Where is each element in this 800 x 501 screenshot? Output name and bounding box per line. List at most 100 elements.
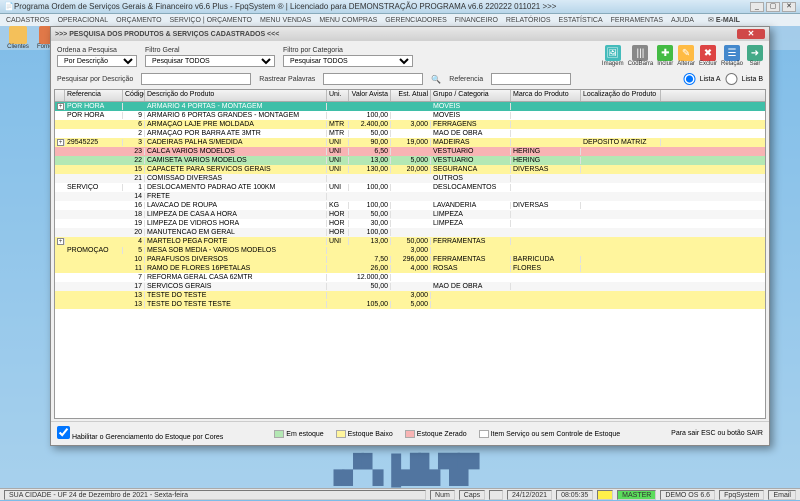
- legend-bar: Habilitar o Gerenciamento do Estoque por…: [51, 421, 769, 445]
- imagem-button[interactable]: 🖼Imagem: [602, 45, 624, 67]
- ordena-select[interactable]: Por Descrição: [57, 55, 137, 67]
- table-row[interactable]: 7REFORMA GERAL CASA 62MTR12.000,00: [55, 273, 765, 282]
- expand-icon[interactable]: +: [57, 238, 64, 245]
- email-button[interactable]: ✉E-MAIL: [708, 16, 740, 24]
- status-date: 24/12/2021: [507, 490, 552, 500]
- incluir-button[interactable]: ✚Incluir: [657, 45, 673, 67]
- ordena-label: Ordena a Pesquisa: [57, 47, 137, 54]
- imagem-icon: 🖼: [605, 45, 621, 61]
- table-row[interactable]: 19LIMPEZA DE VIDROS HORAHOR30,00LIMPEZA: [55, 219, 765, 228]
- table-row[interactable]: 23CALCA VARIOS MODELOSUNI6,50VESTUARIOHE…: [55, 147, 765, 156]
- clientes-icon[interactable]: [9, 26, 27, 44]
- lista-a-radio[interactable]: [683, 73, 696, 85]
- menu-ajuda[interactable]: AJUDA: [671, 17, 694, 24]
- sair-icon: ➜: [747, 45, 763, 61]
- filtro-cat-select[interactable]: Pesquisar TODOS: [283, 55, 413, 67]
- minimize-button[interactable]: _: [750, 2, 764, 12]
- search-icon[interactable]: 🔍: [431, 75, 441, 84]
- maximize-button[interactable]: ▢: [766, 2, 780, 12]
- menu-cadastros[interactable]: CADASTROS: [6, 17, 50, 24]
- table-row[interactable]: 18LIMPEZA DE CASA A HORAHOR50,00LIMPEZA: [55, 210, 765, 219]
- window-titlebar: 📄 Programa Ordem de Serviços Gerais & Fi…: [0, 0, 800, 14]
- pesq-desc-input[interactable]: [141, 73, 251, 85]
- col-descricao[interactable]: Descrição do Produto: [145, 90, 327, 101]
- menu-orcamento[interactable]: ORÇAMENTO: [116, 17, 161, 24]
- col-grupo[interactable]: Grupo / Categoria: [431, 90, 511, 101]
- menu-relatorios[interactable]: RELATÓRIOS: [506, 17, 551, 24]
- col-marca[interactable]: Marca do Produto: [511, 90, 581, 101]
- status-email[interactable]: Email: [768, 490, 796, 500]
- menu-financeiro[interactable]: FINANCEIRO: [455, 17, 498, 24]
- referencia-input[interactable]: [491, 73, 571, 85]
- menu-gerenciadores[interactable]: GERENCIADORES: [385, 17, 446, 24]
- menu-compras[interactable]: MENU COMPRAS: [319, 17, 377, 24]
- dialog-titlebar: >>> PESQUISA DOS PRODUTOS & SERVIÇOS CAD…: [51, 27, 769, 41]
- col-uni[interactable]: Uni.: [327, 90, 349, 101]
- table-row[interactable]: 13TESTE DO TESTE3,000: [55, 291, 765, 300]
- pesq-desc-label: Pesquisar por Descrição: [57, 76, 133, 83]
- table-row[interactable]: 21COMISSAO DIVERSASOUTROS: [55, 174, 765, 183]
- dialog-close-button[interactable]: ✕: [737, 29, 765, 39]
- menu-operacional[interactable]: OPERACIONAL: [58, 17, 109, 24]
- table-row[interactable]: 22CAMISETA VARIOS MODELOSUNI13,005,000VE…: [55, 156, 765, 165]
- swatch-estoque-baixo: [336, 430, 346, 438]
- relacao-button[interactable]: ☰Relação: [721, 45, 743, 67]
- menu-estatistica[interactable]: ESTATÍSTICA: [559, 17, 603, 24]
- table-row[interactable]: SERVIÇO1DESLOCAMENTO PADRAO ATE 100KMUNI…: [55, 183, 765, 192]
- codbarra-button[interactable]: |||CodBarra: [628, 45, 654, 67]
- window-title: Programa Ordem de Serviços Gerais & Fina…: [14, 2, 557, 11]
- table-row[interactable]: 14FRETE: [55, 192, 765, 201]
- status-demo: DEMO OS 6.6: [660, 490, 715, 500]
- rastrear-input[interactable]: [323, 73, 423, 85]
- col-codigo[interactable]: Código: [123, 90, 145, 101]
- status-fpq[interactable]: FpqSystem: [719, 490, 764, 500]
- expand-icon[interactable]: +: [57, 103, 64, 110]
- alterar-button[interactable]: ✎Alterar: [677, 45, 695, 67]
- grid-body[interactable]: +POR HORAARMARIO 4 PORTAS - MONTAGEMMOVE…: [55, 102, 765, 418]
- table-row[interactable]: 6ARMAÇÃO LAJE PRE MOLDADAMTR2.400,003,00…: [55, 120, 765, 129]
- swatch-em-estoque: [274, 430, 284, 438]
- table-row[interactable]: PROMOÇÃO5MESA SOB MEDIA - VARIOS MODELOS…: [55, 246, 765, 255]
- status-yellow: [597, 490, 613, 500]
- menu-servico[interactable]: SERVIÇO | ORÇAMENTO: [170, 17, 252, 24]
- menu-vendas[interactable]: MENU VENDAS: [260, 17, 311, 24]
- envelope-icon: ✉: [708, 16, 714, 24]
- table-row[interactable]: 13TESTE DO TESTE TESTE105,005,000: [55, 300, 765, 309]
- excluir-icon: ✖: [700, 45, 716, 61]
- grid-header: Referencia Código Descrição do Produto U…: [55, 90, 765, 102]
- search-dialog: >>> PESQUISA DOS PRODUTOS & SERVIÇOS CAD…: [50, 26, 770, 446]
- filtro-geral-label: Filtro Geral: [145, 47, 275, 54]
- close-button[interactable]: ✕: [782, 2, 796, 12]
- sair-button[interactable]: ➜Sair: [747, 45, 763, 67]
- cores-checkbox[interactable]: [57, 426, 70, 439]
- expand-icon[interactable]: +: [57, 139, 64, 146]
- table-row[interactable]: 17SERVICOS GERAIS50,00MÃO DE OBRA: [55, 282, 765, 291]
- excluir-button[interactable]: ✖Excluir: [699, 45, 717, 67]
- table-row[interactable]: +POR HORAARMARIO 4 PORTAS - MONTAGEMMOVE…: [55, 102, 765, 111]
- table-row[interactable]: +295452253CADEIRAS PALHA S/MEDIDAUNI90,0…: [55, 138, 765, 147]
- table-row[interactable]: 16LAVACAO DE ROUPAKG100,00LAVANDERIADIVE…: [55, 201, 765, 210]
- status-bar: SUA CIDADE - UF 24 de Dezembro de 2021 -…: [0, 488, 800, 500]
- alterar-icon: ✎: [678, 45, 694, 61]
- table-row[interactable]: 2ARMAÇÃO POR BARRA ATE 3MTRMTR50,00MÃO D…: [55, 129, 765, 138]
- table-row[interactable]: 15CAPACETE PARA SERVICOS GERAISUNI130,00…: [55, 165, 765, 174]
- incluir-icon: ✚: [657, 45, 673, 61]
- table-row[interactable]: 20MANUTENCAO EM GERALHOR100,00: [55, 228, 765, 237]
- col-referencia[interactable]: Referencia: [65, 90, 123, 101]
- menu-ferramentas[interactable]: FERRAMENTAS: [611, 17, 663, 24]
- referencia-label: Referencia: [449, 76, 483, 83]
- table-row[interactable]: POR HORA9ARMARIO 6 PORTAS GRANDES - MONT…: [55, 111, 765, 120]
- table-row[interactable]: 11RAMO DE FLORES 16PETALAS26,004,000ROSA…: [55, 264, 765, 273]
- swatch-estoque-zerado: [405, 430, 415, 438]
- col-valor[interactable]: Valor Avista: [349, 90, 391, 101]
- results-grid: Referencia Código Descrição do Produto U…: [54, 89, 766, 419]
- col-local[interactable]: Localização do Produto: [581, 90, 661, 101]
- table-row[interactable]: +4MARTELO PEGA FORTEUNI13,0050,000FERRAM…: [55, 237, 765, 246]
- table-row[interactable]: 10PARAFUSOS DIVERSOS7,50296,000FERRAMENT…: [55, 255, 765, 264]
- filtro-cat-label: Filtro por Categoria: [283, 47, 413, 54]
- filtro-geral-select[interactable]: Pesquisar TODOS: [145, 55, 275, 67]
- col-sel[interactable]: [55, 90, 65, 101]
- lista-b-radio[interactable]: [725, 73, 738, 85]
- col-est[interactable]: Est. Atual: [391, 90, 431, 101]
- app-icon: 📄: [4, 2, 14, 11]
